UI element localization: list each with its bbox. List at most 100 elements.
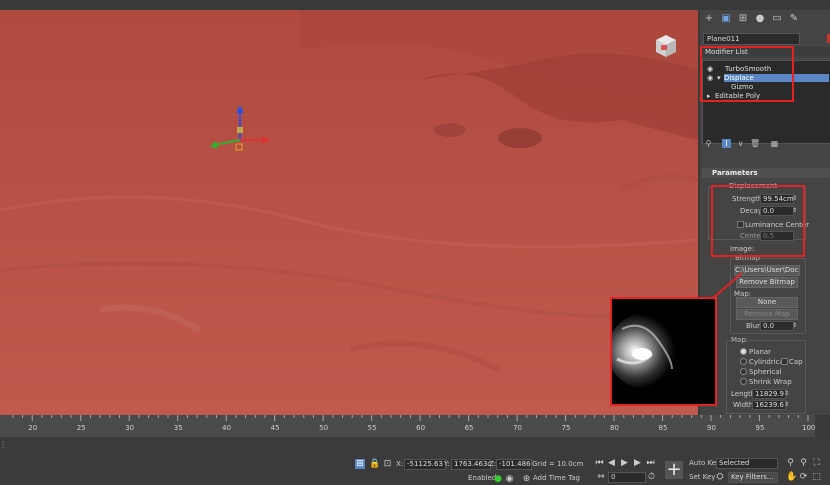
luminance-center-checkbox[interactable]	[737, 221, 744, 228]
go-to-start-icon[interactable]: ⏮	[595, 458, 604, 468]
timeline-tick-label: 80	[610, 424, 619, 432]
go-to-end-icon[interactable]: ⏭	[646, 458, 655, 468]
hierarchy-tab-icon[interactable]: ⊞	[737, 13, 749, 25]
selected-dropdown[interactable]: Selected	[716, 458, 778, 469]
timeline-tick-label: 20	[28, 424, 38, 432]
spherical-radio[interactable]	[740, 368, 747, 375]
z-coordinate-field[interactable]: -101.486cr	[496, 459, 532, 470]
time-slider-track[interactable]: 20 25 30 35 40 45 50 55 60 65 70 75 80 85 90 95 100	[0, 415, 815, 437]
add-time-tag-label[interactable]: Add Time Tag	[533, 474, 580, 483]
length-spinner-icon[interactable]: ⇕	[784, 390, 789, 398]
parameters-rollout-header[interactable]: Parameters	[702, 168, 830, 178]
parameters-title: Parameters	[712, 169, 758, 177]
modifier-list-dropdown[interactable]: Modifier List	[703, 47, 830, 57]
isolate-selection-icon[interactable]: ⊞	[355, 459, 365, 469]
pin-stack-icon[interactable]: ⚲	[704, 139, 713, 148]
length-field[interactable]: 11829.9	[752, 389, 786, 399]
planar-label: Planar	[749, 348, 772, 356]
decay-field[interactable]: 0.0	[760, 206, 794, 216]
timeline-ticks	[12, 415, 809, 421]
create-tab-icon[interactable]: +	[703, 13, 715, 25]
play-icon[interactable]: ▶	[620, 458, 629, 468]
bitmap-path-button[interactable]: C:\Users\User\Documen	[734, 265, 800, 276]
remove-modifier-icon[interactable]: 🗑	[750, 139, 760, 148]
timeline-tick-label: 40	[222, 424, 232, 432]
viewcube-icon[interactable]	[650, 30, 680, 60]
key-mode-icon[interactable]: ⇔	[597, 472, 605, 482]
strength-field[interactable]: 99.54cm	[760, 194, 794, 204]
transform-gizmo-icon[interactable]	[210, 105, 270, 165]
timeline-tick-label: 90	[707, 424, 716, 432]
displacement-label: Displacement	[728, 182, 779, 190]
maximize-viewport-icon[interactable]: ⬚	[812, 472, 821, 482]
strength-spinner-icon[interactable]: ⇕	[792, 195, 797, 203]
visibility-eye-icon[interactable]: ◉	[707, 74, 713, 82]
decay-spinner-icon[interactable]: ⇕	[792, 207, 797, 215]
center-field[interactable]: 0.5	[760, 231, 794, 241]
grid-size-label: Grid = 10.0cm	[532, 460, 584, 468]
shrink-wrap-radio[interactable]	[740, 378, 747, 385]
x-coordinate-field[interactable]: -51125.63	[404, 459, 446, 470]
enabled-indicator-icon[interactable]: ●	[494, 474, 502, 484]
stack-item-displace[interactable]: Displace	[724, 74, 829, 82]
width-field[interactable]: 16239.6	[752, 400, 786, 410]
cap-checkbox[interactable]	[781, 358, 788, 365]
remove-map-button[interactable]: Remove Map	[736, 309, 798, 320]
previous-frame-icon[interactable]: ◀	[607, 458, 616, 468]
remove-bitmap-button[interactable]: Remove Bitmap	[736, 277, 798, 288]
y-coordinate-field[interactable]: 1763.463c	[451, 459, 491, 470]
stack-item-gizmo[interactable]: Gizmo	[731, 83, 753, 91]
displacement-map-thumbnail	[610, 297, 717, 406]
set-key-plus-icon[interactable]: +	[665, 461, 683, 479]
absolute-mode-icon[interactable]: ⊡	[383, 459, 392, 469]
show-end-result-icon[interactable]: Ⅰ	[722, 139, 731, 148]
next-frame-icon[interactable]: ▶	[633, 458, 642, 468]
planar-radio[interactable]	[740, 348, 747, 355]
object-name-field[interactable]: Plane011	[703, 33, 800, 45]
blur-field[interactable]: 0.0	[760, 321, 794, 331]
timeline-tick-label: 100	[802, 424, 816, 432]
timeline-tick-label: 35	[173, 424, 183, 432]
motion-tab-icon[interactable]: ●	[754, 13, 766, 25]
modify-tab-icon[interactable]: ▣	[720, 13, 732, 25]
terrain-mesh	[0, 10, 698, 415]
set-key-button[interactable]: Set Key	[689, 473, 715, 482]
shrink-wrap-label: Shrink Wrap	[749, 378, 792, 386]
key-filter-icon[interactable]: ⛭	[716, 472, 724, 482]
map-none-button[interactable]: None	[736, 297, 798, 308]
stack-item-editable-poly[interactable]: Editable Poly	[715, 92, 760, 100]
lock-selection-icon[interactable]: 🔒	[369, 459, 380, 469]
current-frame-field[interactable]: 0	[608, 472, 646, 483]
zoom-all-icon[interactable]: ⚲	[799, 458, 808, 468]
utilities-tab-icon[interactable]: ✎	[788, 13, 800, 25]
x-label: X:	[396, 460, 404, 468]
timeline-tick-label: 25	[76, 424, 86, 432]
expand-arrow-icon[interactable]: ▸	[707, 92, 711, 100]
time-tag-icon[interactable]: ◉	[505, 474, 514, 484]
cylindrical-radio[interactable]	[740, 358, 747, 365]
luminance-center-label: Luminance Center	[745, 221, 810, 229]
timeline-tick-label: 95	[755, 424, 765, 432]
orbit-icon[interactable]: ⟳	[799, 472, 808, 482]
zoom-extents-icon[interactable]: ⛶	[812, 458, 821, 468]
time-configuration-icon[interactable]: ⏱	[647, 472, 656, 482]
display-tab-icon[interactable]: ▭	[771, 13, 783, 25]
zoom-icon[interactable]: ⚲	[786, 458, 795, 468]
timeline-tick-label: 50	[319, 424, 329, 432]
key-filters-button[interactable]: Key Filters...	[728, 472, 778, 483]
viewport[interactable]	[0, 10, 698, 415]
spherical-label: Spherical	[749, 368, 782, 376]
timeline-toggle-icon[interactable]: ⫶	[0, 441, 6, 451]
pan-icon[interactable]: ✋	[786, 472, 797, 482]
time-tag-plus-icon[interactable]: ⊕	[522, 474, 531, 484]
timeline-tick-label: 70	[513, 424, 522, 432]
blur-spinner-icon[interactable]: ⇕	[792, 322, 797, 330]
configure-sets-icon[interactable]: ▦	[770, 139, 779, 148]
bitmap-label: Bitmap	[734, 254, 762, 262]
expand-arrow-icon[interactable]: ▾	[717, 74, 721, 82]
visibility-eye-icon[interactable]: ◉	[707, 65, 713, 73]
stack-item-turbosmooth[interactable]: TurboSmooth	[725, 65, 771, 73]
timeline-tick-label: 30	[125, 424, 135, 432]
width-spinner-icon[interactable]: ⇕	[784, 401, 789, 409]
make-unique-icon[interactable]: ∨	[736, 139, 745, 148]
